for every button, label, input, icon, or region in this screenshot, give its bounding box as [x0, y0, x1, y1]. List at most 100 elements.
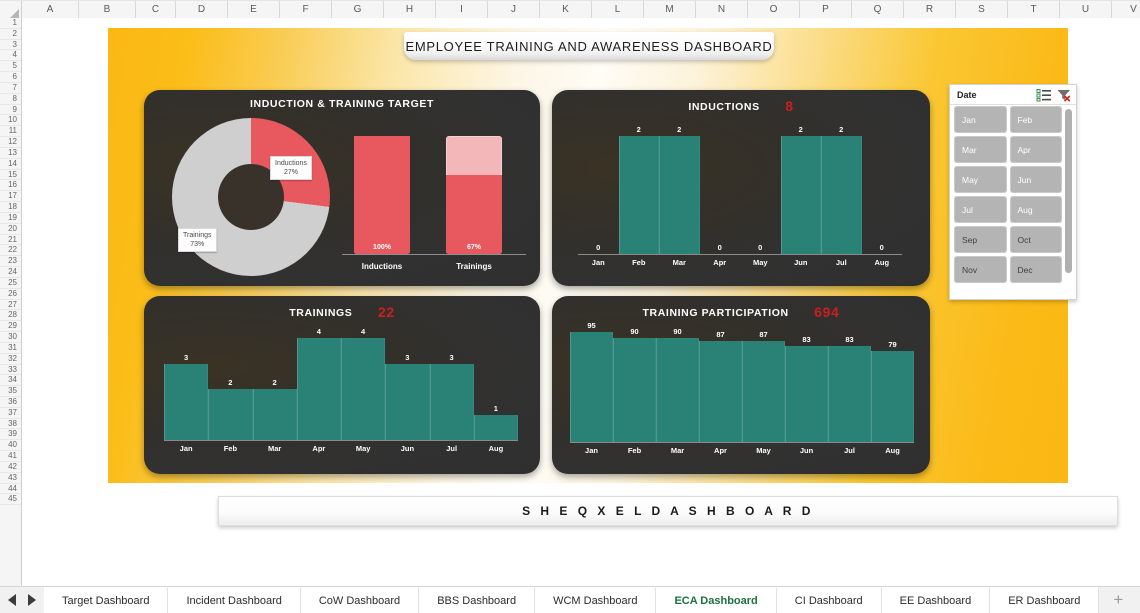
slicer-item-mar[interactable]: Mar [954, 136, 1007, 163]
slicer-item-oct[interactable]: Oct [1009, 226, 1062, 253]
slicer-item-jul[interactable]: Jul [954, 196, 1007, 223]
column-header-i[interactable]: I [436, 1, 488, 19]
slicer-item-list[interactable]: Jan Feb Mar Apr May Jun Jul Aug Sep Oct Nov Dec [954, 106, 1072, 295]
column-header-r[interactable]: R [904, 1, 956, 19]
date-slicer[interactable]: Date Jan Feb Mar Apr May Jun Jul Aug Sep… [949, 84, 1077, 300]
column-header-b[interactable]: B [79, 1, 136, 19]
row-header-35[interactable]: 35 [0, 386, 21, 397]
row-header-11[interactable]: 11 [0, 126, 21, 138]
row-header-27[interactable]: 27 [0, 300, 21, 311]
column-header-l[interactable]: L [592, 1, 644, 19]
row-header-43[interactable]: 43 [0, 473, 21, 484]
add-sheet-button[interactable]: + [1099, 587, 1138, 613]
row-header-44[interactable]: 44 [0, 484, 21, 495]
multi-select-icon[interactable] [1036, 88, 1052, 102]
slicer-item-may[interactable]: May [954, 166, 1007, 193]
row-header-20[interactable]: 20 [0, 224, 21, 235]
select-all-corner[interactable] [0, 1, 22, 19]
row-header-28[interactable]: 28 [0, 310, 21, 322]
row-header-29[interactable]: 29 [0, 321, 21, 333]
row-header-36[interactable]: 36 [0, 397, 21, 408]
sheet-tab-wcm-dashboard[interactable]: WCM Dashboard [535, 587, 657, 613]
clear-filter-icon[interactable] [1056, 88, 1072, 102]
column-header-h[interactable]: H [384, 1, 436, 19]
column-header-c[interactable]: C [136, 1, 176, 19]
row-header-24[interactable]: 24 [0, 267, 21, 278]
row-header-38[interactable]: 38 [0, 419, 21, 430]
column-header-j[interactable]: J [488, 1, 540, 19]
column-header-a[interactable]: A [22, 1, 79, 19]
sheet-tab-cow-dashboard[interactable]: CoW Dashboard [300, 587, 420, 613]
row-header-6[interactable]: 6 [0, 72, 21, 83]
column-header-q[interactable]: Q [852, 1, 904, 19]
row-header-37[interactable]: 37 [0, 408, 21, 419]
row-header-30[interactable]: 30 [0, 332, 21, 343]
bar-value-jun: 2 [798, 125, 803, 134]
column-header-p[interactable]: P [800, 1, 852, 19]
row-header-14[interactable]: 14 [0, 159, 21, 170]
row-header-8[interactable]: 8 [0, 94, 21, 105]
row-header-21[interactable]: 21 [0, 235, 21, 246]
slicer-item-jun[interactable]: Jun [1009, 166, 1062, 193]
row-header-7[interactable]: 7 [0, 83, 21, 94]
sheet-tab-bbs-dashboard[interactable]: BBS Dashboard [419, 587, 536, 613]
row-header-16[interactable]: 16 [0, 180, 21, 192]
column-header-s[interactable]: S [956, 1, 1008, 19]
column-header-o[interactable]: O [748, 1, 800, 19]
slicer-item-apr[interactable]: Apr [1009, 136, 1062, 163]
row-header-10[interactable]: 10 [0, 115, 21, 127]
row-header-5[interactable]: 5 [0, 61, 21, 73]
slicer-item-aug[interactable]: Aug [1009, 196, 1062, 223]
row-header-26[interactable]: 26 [0, 289, 21, 300]
row-header-41[interactable]: 41 [0, 451, 21, 462]
row-header-33[interactable]: 33 [0, 365, 21, 376]
row-header-13[interactable]: 13 [0, 148, 21, 159]
slicer-item-nov[interactable]: Nov [954, 256, 1007, 283]
slicer-item-feb[interactable]: Feb [1009, 106, 1062, 133]
row-header-32[interactable]: 32 [0, 354, 21, 365]
sheet-tab-ci-dashboard[interactable]: CI Dashboard [776, 587, 882, 613]
slicer-item-sep[interactable]: Sep [954, 226, 1007, 253]
column-header-f[interactable]: F [280, 1, 332, 19]
column-header-e[interactable]: E [228, 1, 280, 19]
column-header-v[interactable]: V [1112, 1, 1140, 19]
column-header-u[interactable]: U [1060, 1, 1112, 19]
row-header-15[interactable]: 15 [0, 170, 21, 181]
row-header-40[interactable]: 40 [0, 440, 21, 452]
row-header-19[interactable]: 19 [0, 213, 21, 224]
row-header-34[interactable]: 34 [0, 375, 21, 387]
sheet-tab-er-dashboard[interactable]: ER Dashboard [990, 587, 1100, 613]
sheet-tab-target-dashboard[interactable]: Target Dashboard [44, 587, 169, 613]
slicer-scrollbar[interactable] [1065, 109, 1072, 273]
row-header-25[interactable]: 25 [0, 278, 21, 289]
row-header-12[interactable]: 12 [0, 137, 21, 148]
column-header-k[interactable]: K [540, 1, 592, 19]
row-header-31[interactable]: 31 [0, 343, 21, 354]
row-header-1[interactable]: 1 [0, 18, 21, 29]
sheet-tab-incident-dashboard[interactable]: Incident Dashboard [168, 587, 301, 613]
bar-slot-jun [785, 332, 828, 442]
triangle-left-icon[interactable] [8, 594, 16, 606]
row-header-17[interactable]: 17 [0, 191, 21, 203]
row-header-22[interactable]: 22 [0, 245, 21, 257]
row-header-3[interactable]: 3 [0, 40, 21, 51]
sheet-tab-ee-dashboard[interactable]: EE Dashboard [881, 587, 991, 613]
row-header-45[interactable]: 45 [0, 494, 21, 506]
row-header-2[interactable]: 2 [0, 29, 21, 40]
row-header-42[interactable]: 42 [0, 462, 21, 473]
slicer-item-jan[interactable]: Jan [954, 106, 1007, 133]
column-header-m[interactable]: M [644, 1, 696, 19]
sheet-tab-eca-dashboard[interactable]: ECA Dashboard [656, 587, 777, 613]
triangle-right-icon[interactable] [28, 594, 36, 606]
slicer-item-dec[interactable]: Dec [1009, 256, 1062, 283]
column-header-n[interactable]: N [696, 1, 748, 19]
row-header-18[interactable]: 18 [0, 202, 21, 213]
row-header-39[interactable]: 39 [0, 429, 21, 441]
row-header-23[interactable]: 23 [0, 256, 21, 268]
sheet-tab-bar: Target Dashboard Incident Dashboard CoW Da… [0, 586, 1140, 613]
column-header-g[interactable]: G [332, 1, 384, 19]
column-header-t[interactable]: T [1008, 1, 1060, 19]
row-header-4[interactable]: 4 [0, 50, 21, 62]
column-header-d[interactable]: D [176, 1, 228, 19]
row-header-9[interactable]: 9 [0, 105, 21, 116]
